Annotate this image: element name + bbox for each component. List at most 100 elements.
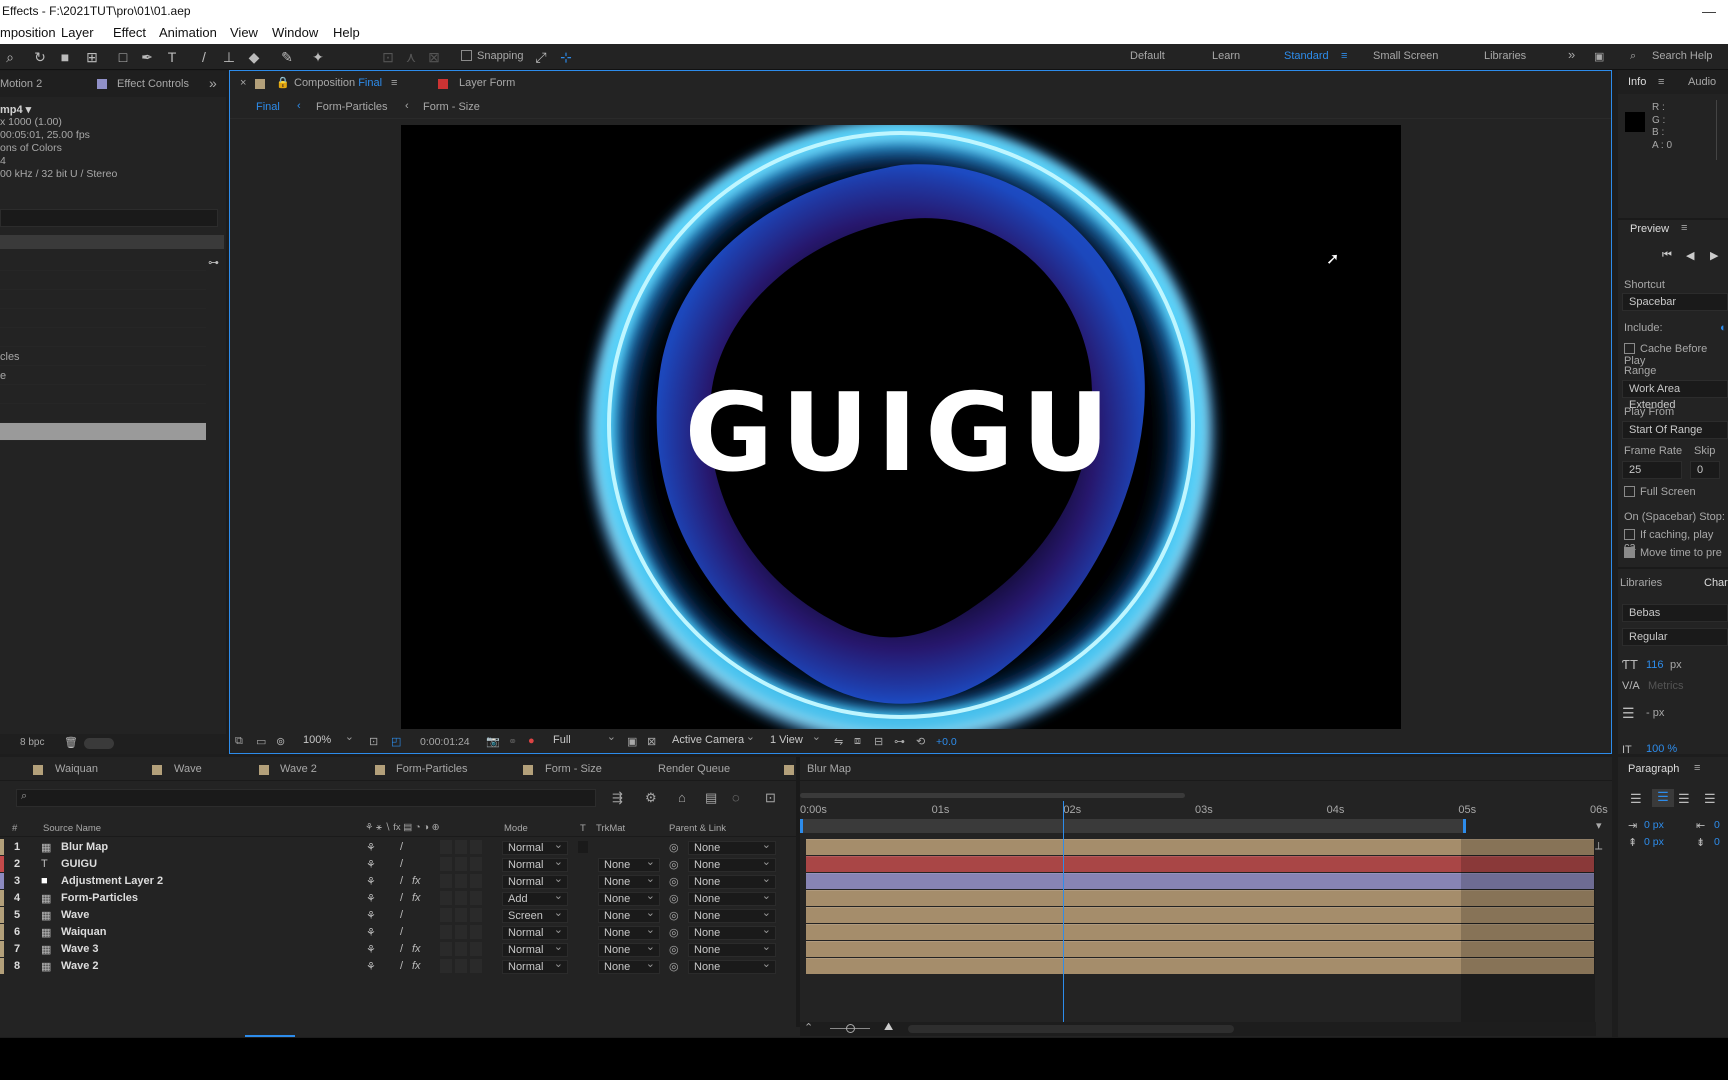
font-size-value[interactable]: 116	[1646, 659, 1664, 671]
clone-stamp-tool-icon[interactable]: ⊥	[221, 49, 237, 65]
list-item[interactable]	[0, 329, 206, 347]
snapshot-marker-icon[interactable]: ⟂	[1595, 840, 1602, 853]
include-video-icon[interactable]: ◐	[1720, 322, 1727, 334]
axis-local-icon[interactable]: ⊡	[380, 49, 396, 65]
close-tab-icon[interactable]: ×	[240, 77, 246, 89]
indent-right-value[interactable]: 0	[1714, 819, 1720, 831]
motion-blur-icon[interactable]: ◌	[732, 790, 740, 805]
header-source-name[interactable]: Source Name	[43, 823, 101, 834]
kerning-dropdown[interactable]: Metrics	[1648, 680, 1683, 692]
align-right-icon[interactable]: ☰	[1678, 791, 1690, 807]
thumbnail-slider[interactable]	[84, 738, 114, 749]
vertical-scale-value[interactable]: 100 %	[1646, 743, 1677, 755]
font-family-dropdown[interactable]: Bebas	[1622, 604, 1728, 622]
resolution-dropdown[interactable]: Full	[548, 731, 620, 748]
range-dropdown[interactable]: Work Area Extended	[1622, 380, 1728, 411]
indent-left-value[interactable]: 0 px	[1644, 819, 1664, 831]
composition-viewer[interactable]: GUIGU	[401, 125, 1401, 729]
project-search-input[interactable]	[0, 209, 218, 227]
flowchart-view-icon[interactable]: ⊶	[894, 735, 905, 748]
menu-effect[interactable]: Effect	[113, 22, 146, 44]
menu-animation[interactable]: Animation	[159, 22, 217, 44]
views-dropdown[interactable]: 1 View	[765, 731, 825, 748]
type-tool-icon[interactable]: T	[164, 49, 180, 65]
workspace-menu-icon[interactable]: ≡	[1341, 50, 1347, 62]
camera-dropdown[interactable]: Active Camera	[667, 731, 759, 748]
play-icon[interactable]: ▶	[1710, 249, 1718, 262]
list-item[interactable]: e	[0, 367, 206, 385]
timeline-scrollbar[interactable]	[908, 1025, 1234, 1033]
tab-libraries[interactable]: Libraries	[1620, 577, 1662, 589]
workspace-libraries[interactable]: Libraries	[1484, 50, 1526, 62]
tab-info[interactable]: Info	[1628, 76, 1646, 88]
play-from-dropdown[interactable]: Start Of Range	[1622, 421, 1728, 439]
workspace-learn[interactable]: Learn	[1212, 50, 1240, 62]
tab-blur-map[interactable]: Blur Map	[807, 763, 851, 775]
breadcrumb-form-size[interactable]: Form - Size	[423, 101, 480, 113]
snapping-checkbox[interactable]: Snapping	[461, 50, 524, 62]
workspace-standard[interactable]: Standard	[1284, 50, 1329, 62]
zoom-tool-icon[interactable]: ⌕	[2, 49, 18, 65]
work-area-range[interactable]	[800, 793, 1185, 798]
cache-before-play-checkbox[interactable]: Cache Before Play	[1624, 343, 1728, 367]
rotate-tool-icon[interactable]: ↻	[32, 49, 48, 65]
breadcrumb-final[interactable]: Final	[256, 101, 280, 113]
panel-overflow-icon[interactable]: »	[209, 75, 217, 91]
tab-composition-final[interactable]: Composition Final	[294, 77, 382, 89]
search-help-field[interactable]: Search Help	[1652, 50, 1713, 62]
tab-wave[interactable]: Wave	[174, 763, 202, 775]
font-style-dropdown[interactable]: Regular	[1622, 628, 1728, 646]
leading-dropdown[interactable]: - px	[1646, 707, 1664, 719]
transparency-grid-icon[interactable]: ⊠	[647, 735, 656, 748]
toggle-pixel-aspect-icon[interactable]: ⇋	[834, 735, 843, 748]
tab-menu-icon[interactable]: ≡	[391, 77, 397, 89]
skip-dropdown[interactable]: 0	[1690, 461, 1720, 479]
move-time-checkbox[interactable]: Move time to pre	[1624, 547, 1722, 559]
frame-rate-dropdown[interactable]: 25	[1622, 461, 1682, 479]
exposure-value[interactable]: +0.0	[936, 736, 957, 748]
zoom-in-icon[interactable]: ⛰	[884, 1021, 893, 1034]
menu-composition[interactable]: mposition	[0, 22, 56, 44]
eraser-tool-icon[interactable]: ◆	[246, 49, 262, 65]
brush-tool-icon[interactable]: /	[196, 49, 212, 65]
channels-icon[interactable]: ●	[528, 735, 535, 747]
tab-form-particles[interactable]: Form-Particles	[396, 763, 468, 775]
tab-wave-2[interactable]: Wave 2	[280, 763, 317, 775]
timeline-icon[interactable]: ⊟	[874, 735, 883, 748]
delete-icon[interactable]: 🗑	[64, 736, 78, 749]
timecode-display[interactable]: 0:00:01:24	[420, 736, 470, 748]
info-menu-icon[interactable]: ≡	[1658, 76, 1664, 88]
fit-icon[interactable]: ⊡	[369, 735, 378, 748]
previous-frame-icon[interactable]: ◀	[1686, 249, 1694, 262]
search-help-icon[interactable]: ⌕	[1630, 50, 1636, 63]
first-frame-icon[interactable]: ⏮	[1662, 249, 1672, 262]
list-item[interactable]	[0, 310, 206, 328]
tab-form-size[interactable]: Form - Size	[545, 763, 602, 775]
always-preview-icon[interactable]: ⧉	[235, 735, 243, 748]
minimize-button[interactable]: —	[1702, 0, 1716, 22]
list-item[interactable]	[0, 386, 206, 404]
camera-tool-icon[interactable]: ■	[57, 49, 73, 65]
puppet-pin-tool-icon[interactable]: ✦	[310, 49, 326, 65]
comp-marker-bin-icon[interactable]: ▾	[1596, 819, 1602, 832]
current-time-indicator[interactable]	[1063, 801, 1065, 1025]
work-area-end-handle[interactable]	[1463, 819, 1466, 833]
roto-brush-tool-icon[interactable]: ✎	[279, 49, 295, 65]
pan-behind-tool-icon[interactable]: ⊞	[84, 49, 100, 65]
region-of-interest-icon[interactable]: ▣	[627, 735, 637, 748]
title-safe-icon[interactable]: ◰	[391, 735, 401, 748]
graph-editor-icon[interactable]: ⊡	[765, 790, 776, 806]
work-area-start-handle[interactable]	[800, 819, 803, 833]
list-item-selected[interactable]	[0, 423, 206, 441]
justify-icon[interactable]: ☰	[1704, 791, 1716, 807]
menu-window[interactable]: Window	[272, 22, 318, 44]
tab-audio[interactable]: Audio	[1688, 76, 1716, 88]
bpc-label[interactable]: 8 bpc	[20, 737, 44, 748]
tab-waiquan[interactable]: Waiquan	[55, 763, 98, 775]
reset-exposure-icon[interactable]: ⟲	[916, 735, 925, 748]
tab-motion-2[interactable]: Motion 2	[0, 78, 42, 90]
lock-icon[interactable]: 🔒	[276, 76, 290, 89]
full-screen-checkbox[interactable]: Full Screen	[1624, 486, 1696, 498]
pen-tool-icon[interactable]: ✒	[139, 49, 155, 65]
shortcut-dropdown[interactable]: Spacebar	[1622, 293, 1728, 311]
